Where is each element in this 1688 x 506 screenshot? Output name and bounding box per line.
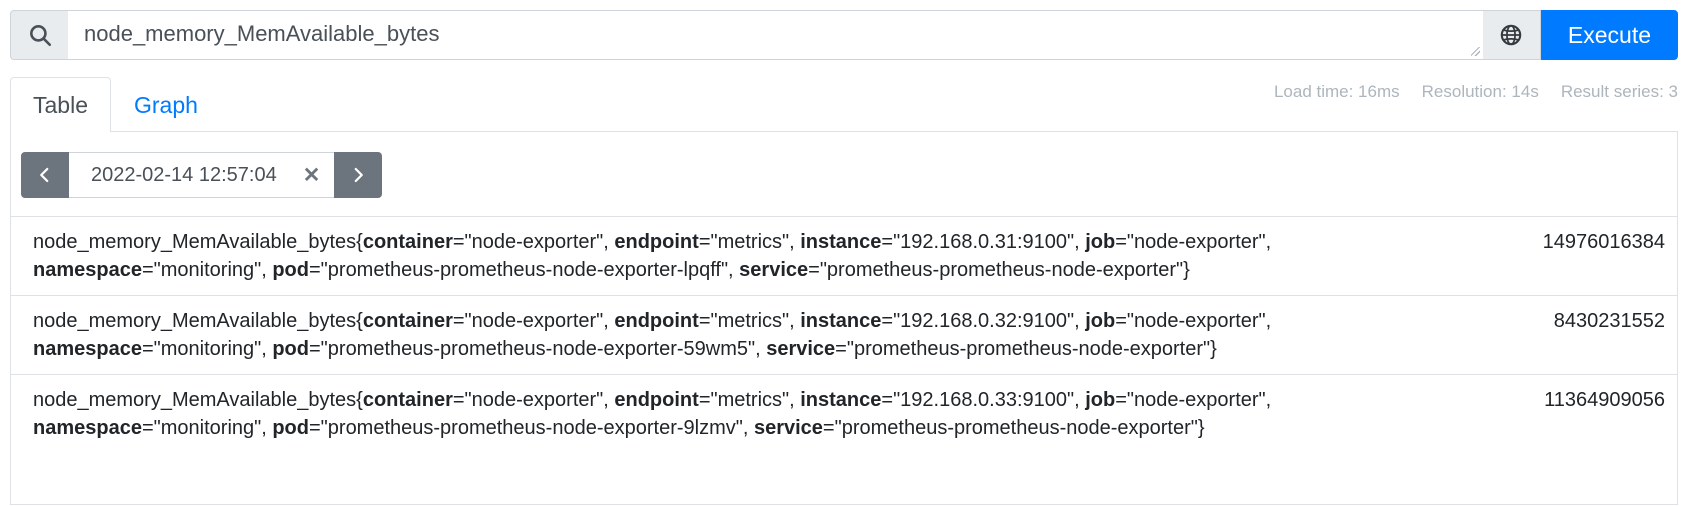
tabs-row: Table Graph Load time: 16ms Resolution: …: [0, 70, 1688, 132]
label-value: ="prometheus-prometheus-node-exporter-9l…: [309, 417, 754, 439]
label-value: ="prometheus-prometheus-node-exporter-59…: [309, 338, 767, 360]
label-key: job: [1085, 310, 1116, 332]
metric-name: node_memory_MemAvailable_bytes{: [33, 389, 363, 411]
label-key: service: [753, 417, 823, 439]
label-value: ="node-exporter",: [452, 310, 615, 332]
label-key: pod: [272, 259, 309, 281]
label-key: endpoint: [614, 231, 699, 253]
label-key: endpoint: [614, 389, 699, 411]
globe-icon[interactable]: [1482, 10, 1541, 60]
table-row: node_memory_MemAvailable_bytes{container…: [11, 216, 1677, 296]
label-value: ="prometheus-prometheus-node-exporter"}: [822, 417, 1205, 439]
label-key: container: [362, 231, 453, 253]
metric-name: node_memory_MemAvailable_bytes{: [33, 231, 363, 253]
label-key: pod: [272, 417, 309, 439]
execute-button[interactable]: Execute: [1540, 10, 1678, 60]
label-value: ="monitoring",: [141, 417, 273, 439]
evaluation-time-picker: 2022-02-14 12:57:04 ✕: [21, 152, 383, 198]
result-view-tabs: Table Graph: [10, 70, 1678, 132]
label-key: service: [739, 259, 809, 281]
label-value: ="prometheus-prometheus-node-exporter-lp…: [309, 259, 740, 281]
tab-graph[interactable]: Graph: [111, 77, 221, 132]
label-key: instance: [800, 389, 882, 411]
label-key: endpoint: [614, 310, 699, 332]
results-table: node_memory_MemAvailable_bytes{container…: [11, 216, 1677, 453]
label-value: ="node-exporter",: [1115, 231, 1272, 253]
query-bar: Execute: [0, 0, 1688, 70]
label-key: namespace: [33, 417, 142, 439]
label-value: ="192.168.0.31:9100",: [881, 231, 1086, 253]
label-value: ="node-exporter",: [1115, 310, 1272, 332]
label-value: ="node-exporter",: [452, 231, 615, 253]
label-key: namespace: [33, 338, 142, 360]
label-key: pod: [272, 338, 309, 360]
label-value: ="monitoring",: [141, 338, 273, 360]
tab-table[interactable]: Table: [10, 77, 111, 132]
label-key: instance: [800, 231, 882, 253]
query-input-resize-handle[interactable]: [1468, 10, 1483, 60]
chevron-left-icon[interactable]: [21, 152, 69, 198]
label-key: service: [766, 338, 836, 360]
label-value: ="metrics",: [698, 231, 801, 253]
label-key: container: [362, 389, 453, 411]
label-key: container: [362, 310, 453, 332]
metric-value-cell: 14976016384: [1542, 231, 1665, 253]
label-value: ="192.168.0.32:9100",: [881, 310, 1086, 332]
evaluation-time-value: 2022-02-14 12:57:04: [91, 163, 277, 186]
metric-name: node_memory_MemAvailable_bytes{: [33, 310, 363, 332]
metric-series-cell: node_memory_MemAvailable_bytes{container…: [11, 296, 1373, 375]
table-row: node_memory_MemAvailable_bytes{container…: [11, 374, 1677, 454]
label-key: job: [1085, 389, 1116, 411]
chevron-right-icon[interactable]: [334, 152, 383, 198]
label-value: ="192.168.0.33:9100",: [881, 389, 1086, 411]
metric-value-cell: 8430231552: [1553, 310, 1665, 332]
label-value: ="prometheus-prometheus-node-exporter"}: [808, 259, 1190, 281]
evaluation-time-field[interactable]: 2022-02-14 12:57:04 ✕: [69, 152, 335, 198]
search-icon: [10, 10, 68, 60]
label-value: ="metrics",: [698, 310, 801, 332]
label-key: namespace: [33, 259, 142, 281]
label-key: job: [1085, 231, 1116, 253]
metric-value-cell: 11364909056: [1544, 389, 1665, 411]
metric-series-cell: node_memory_MemAvailable_bytes{container…: [11, 217, 1373, 296]
label-key: instance: [800, 310, 882, 332]
query-input[interactable]: [68, 10, 1469, 60]
table-row: node_memory_MemAvailable_bytes{container…: [11, 295, 1677, 375]
metric-series-cell: node_memory_MemAvailable_bytes{container…: [11, 375, 1373, 454]
prometheus-query-panel: Execute Table Graph Load time: 16ms Reso…: [0, 0, 1688, 506]
label-value: ="metrics",: [698, 389, 801, 411]
close-icon[interactable]: ✕: [303, 165, 321, 186]
results-table-body: node_memory_MemAvailable_bytes{container…: [11, 216, 1677, 454]
label-value: ="prometheus-prometheus-node-exporter"}: [835, 338, 1217, 360]
label-value: ="node-exporter",: [1115, 389, 1272, 411]
table-tab-content: 2022-02-14 12:57:04 ✕ node_memory_MemAva…: [10, 131, 1678, 505]
label-value: ="node-exporter",: [452, 389, 615, 411]
label-value: ="monitoring",: [141, 259, 273, 281]
